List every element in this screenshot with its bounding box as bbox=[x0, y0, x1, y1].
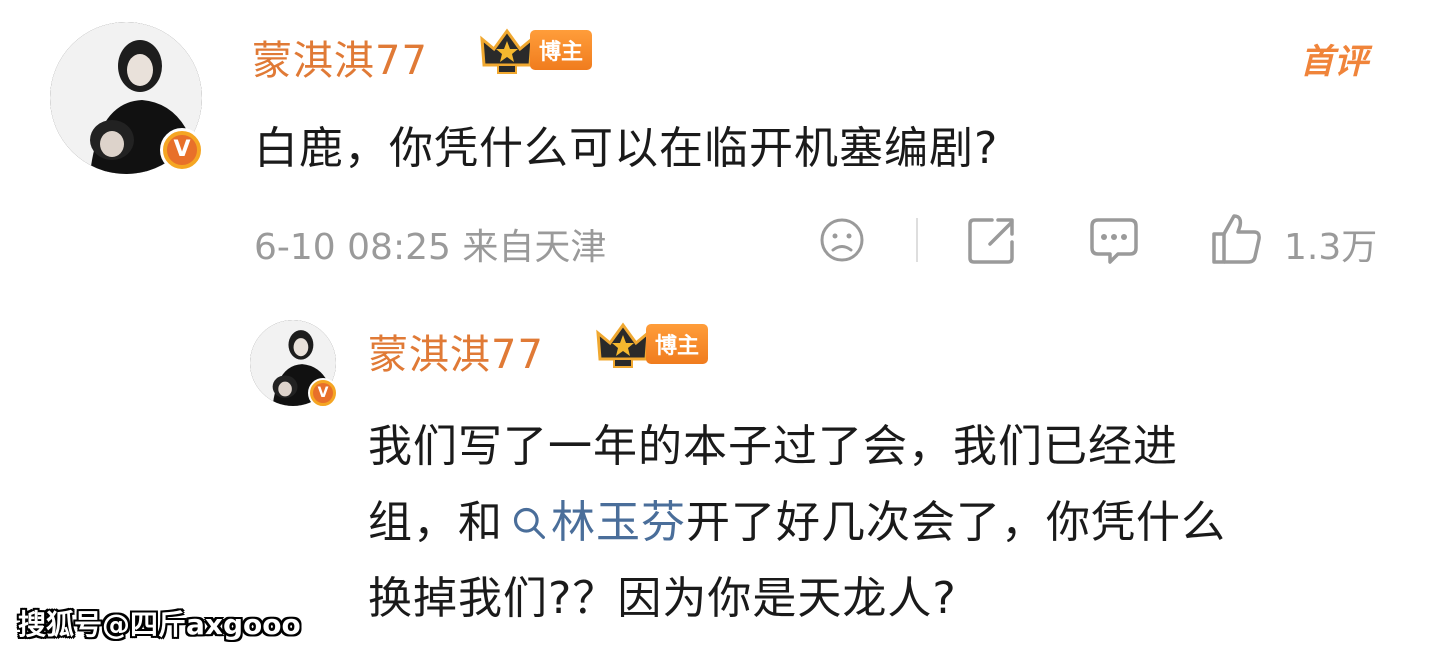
reply-line2-prefix: 组，和 bbox=[368, 497, 503, 548]
comment-time: 6-10 08:25 来自天津 bbox=[254, 218, 606, 270]
reply-text-line-3: 换掉我们?？因为你是天龙人? bbox=[368, 573, 957, 624]
reply-user-name[interactable]: 蒙淇淇77 bbox=[368, 322, 544, 380]
comment-icon[interactable] bbox=[1088, 214, 1140, 266]
weibo-comment-screenshot: V 蒙淇淇77 博主 首评 白鹿，你凭什么可以在临开机塞编剧? 6-10 08:… bbox=[0, 0, 1440, 653]
reply-line2-suffix: 开了好几次会了，你凭什么 bbox=[686, 497, 1226, 548]
watermark: 搜狐号@四斤axgooo bbox=[18, 608, 301, 641]
first-comment-badge: 首评 bbox=[1300, 42, 1368, 82]
like-count: 1.3万 bbox=[1284, 227, 1378, 268]
topic-link-label: 林玉芬 bbox=[551, 497, 686, 548]
comment-location: 来自天津 bbox=[462, 227, 607, 268]
crown-icon bbox=[480, 28, 534, 74]
verified-badge-icon: V bbox=[160, 128, 204, 172]
blogger-badge: 博主 bbox=[478, 28, 593, 74]
reply-blogger-tag: 博主 bbox=[646, 324, 709, 364]
comment-text: 白鹿，你凭什么可以在临开机塞编剧? bbox=[254, 123, 999, 174]
blogger-tag: 博主 bbox=[530, 30, 593, 70]
comment-time-value: 6-10 08:25 bbox=[254, 227, 451, 268]
reply-verified-badge-icon: V bbox=[308, 378, 338, 408]
reply-blogger-badge: 博主 bbox=[594, 322, 709, 368]
reply-text-line-2: 组，和 林玉芬开了好几次会了，你凭什么 bbox=[368, 486, 1226, 550]
search-icon bbox=[513, 507, 545, 539]
topic-link[interactable]: 林玉芬 bbox=[503, 497, 686, 548]
reply-text-line-1: 我们写了一年的本子过了会，我们已经进 bbox=[368, 421, 1178, 472]
comment-user-name[interactable]: 蒙淇淇77 bbox=[252, 28, 428, 86]
sad-face-icon[interactable] bbox=[818, 216, 866, 264]
meta-divider bbox=[916, 218, 918, 262]
reply-crown-icon bbox=[596, 322, 650, 368]
share-icon[interactable] bbox=[966, 214, 1018, 266]
thumbs-up-icon[interactable] bbox=[1210, 212, 1264, 266]
